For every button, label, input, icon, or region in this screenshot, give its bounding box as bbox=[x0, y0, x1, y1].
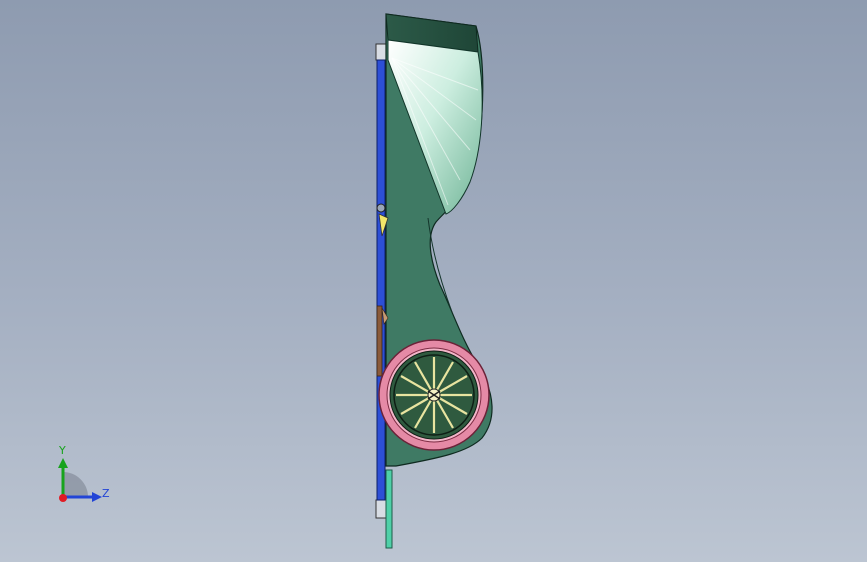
rail-bottom-cap bbox=[375, 499, 387, 519]
axis-triad: Y Z bbox=[48, 440, 123, 510]
triad-z-label: Z bbox=[102, 487, 110, 500]
wheel bbox=[378, 339, 490, 451]
rail-bolt bbox=[376, 203, 386, 213]
brown-bracket bbox=[376, 305, 383, 377]
cad-viewport[interactable]: Y Z bbox=[0, 0, 867, 562]
y-arrowhead-icon bbox=[58, 458, 68, 468]
rail-top-cap bbox=[375, 43, 387, 61]
triad-y-label: Y bbox=[59, 444, 66, 457]
rail-green-strip bbox=[385, 469, 393, 549]
rail-blue bbox=[376, 59, 386, 501]
x-axis-dot bbox=[59, 494, 67, 502]
z-arrowhead-icon bbox=[92, 492, 102, 502]
model-side-view[interactable] bbox=[0, 0, 867, 562]
triad-plane-wedge bbox=[63, 472, 88, 497]
